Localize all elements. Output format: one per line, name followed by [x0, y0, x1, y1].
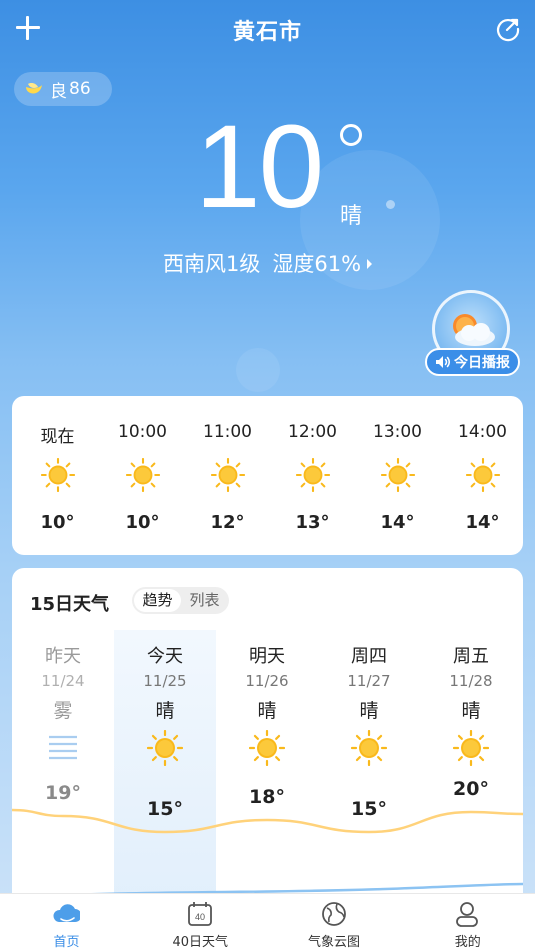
sun-icon: [296, 458, 330, 492]
hourly-time: 11:00: [203, 422, 252, 442]
background-bokeh: [386, 200, 395, 209]
hourly-temp: 10°: [40, 512, 75, 533]
aqi-badge[interactable]: 良 86: [14, 72, 112, 106]
daily-high-temp: 20°: [453, 778, 489, 800]
nav-item[interactable]: 40 40日天气: [134, 894, 267, 951]
nav-item[interactable]: 首页: [0, 894, 133, 951]
hourly-forecast-card[interactable]: 现在 10° 10:00 10° 11:00 12° 12:00 13° 13:00 14° 14:…: [12, 396, 523, 555]
high-temp-curve: [12, 808, 523, 900]
aqi-value: 86: [69, 79, 91, 99]
daily-forecast-card[interactable]: 15日天气 趋势 列表 昨天 11/24 雾今天 11/25 晴明天 11/26 晴周四 11…: [12, 568, 523, 908]
nav-label: 我的: [454, 935, 481, 950]
nav-label: 40日天气: [172, 935, 229, 950]
top-bar: 黄石市: [0, 0, 535, 60]
daily-high-temp: 15°: [147, 798, 183, 820]
wind-text: 西南风1级: [162, 252, 261, 276]
share-icon[interactable]: [495, 16, 521, 42]
nav-label: 首页: [53, 935, 80, 950]
user-icon: [456, 902, 479, 927]
degree-symbol: [340, 124, 362, 146]
nav-label: 气象云图: [307, 935, 360, 950]
hourly-time: 现在: [40, 427, 75, 447]
wind-humidity-row[interactable]: 西南风1级 湿度61%: [0, 248, 535, 278]
calendar-40-icon: 40: [187, 902, 212, 926]
bottom-navigation: 首页 40 40日天气 气象云图 我的: [0, 893, 535, 951]
daily-high-temp: 19°: [45, 782, 81, 804]
hourly-temp: 13°: [295, 512, 330, 533]
sun-icon: [211, 458, 245, 492]
globe-icon: [321, 902, 346, 926]
sun-icon: [381, 458, 415, 492]
daily-high-temp: 15°: [351, 798, 387, 820]
svg-text:40: 40: [195, 912, 205, 922]
nav-item[interactable]: 气象云图: [268, 894, 401, 951]
broadcast-label: 今日播报: [454, 355, 510, 371]
current-temperature: 10: [195, 101, 324, 233]
sun-icon: [466, 458, 500, 492]
hourly-time: 12:00: [288, 422, 337, 442]
aqi-label: 良: [50, 81, 67, 102]
hourly-temp: 14°: [465, 512, 500, 533]
humidity-text: 湿度61%: [272, 252, 362, 276]
hourly-temp: 10°: [125, 512, 160, 533]
daily-high-temp: 18°: [249, 786, 285, 808]
hourly-time: 10:00: [118, 422, 167, 442]
background-bokeh: [236, 348, 280, 392]
daily-broadcast-button[interactable]: 今日播报: [425, 348, 520, 376]
chevron-right-icon: [367, 259, 373, 269]
hourly-temp: 12°: [210, 512, 245, 533]
sun-icon: [126, 458, 160, 492]
speaker-icon: [436, 356, 450, 368]
nav-item[interactable]: 我的: [401, 894, 534, 951]
current-condition: 晴: [340, 204, 363, 229]
hourly-time: 13:00: [373, 422, 422, 442]
hourly-temp: 14°: [380, 512, 415, 533]
sun-icon: [41, 458, 75, 492]
city-title[interactable]: 黄石市: [0, 14, 535, 46]
leaf-icon: [26, 83, 42, 94]
home-cloud-icon: [53, 904, 80, 922]
hourly-time: 14:00: [458, 422, 507, 442]
